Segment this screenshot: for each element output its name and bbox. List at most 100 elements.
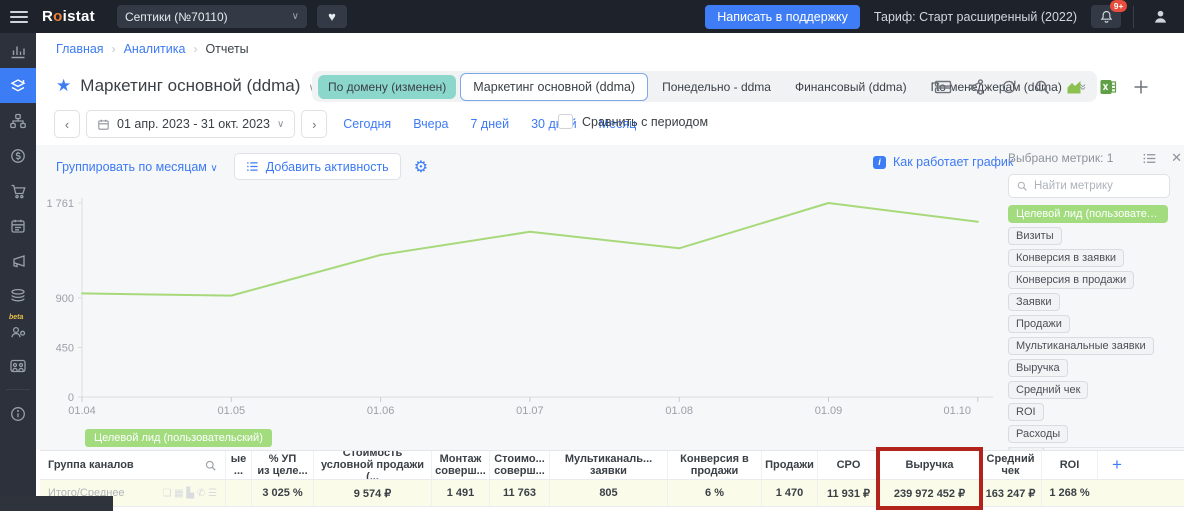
sidebar-item-finance[interactable] bbox=[0, 138, 36, 173]
metric-search-field[interactable] bbox=[1008, 174, 1170, 198]
add-column-button[interactable]: + bbox=[1097, 451, 1184, 479]
sidebar-item-calendar[interactable] bbox=[0, 208, 36, 243]
row-action-icons[interactable]: ❏ ▦ ▙ ✆ ☰ bbox=[162, 488, 217, 499]
bell-icon bbox=[1099, 9, 1114, 24]
notification-badge: 9+ bbox=[1110, 0, 1127, 12]
sidebar-item-integrations[interactable] bbox=[0, 278, 36, 313]
cart-icon bbox=[9, 182, 27, 200]
metric-chip[interactable]: Выручка bbox=[1008, 359, 1068, 377]
column-header[interactable]: ROI bbox=[1041, 451, 1097, 479]
group-by-dropdown[interactable]: Группировать по месяцам ∨ bbox=[56, 160, 218, 174]
org-structure-icon bbox=[9, 112, 27, 130]
metric-chip[interactable]: Мультиканальные заявки bbox=[1008, 337, 1154, 355]
column-header[interactable]: CPO bbox=[817, 451, 879, 479]
add-activity-button[interactable]: Добавить активность bbox=[234, 153, 401, 180]
column-header[interactable]: Среднийчек bbox=[979, 451, 1041, 479]
table-value-cell: 11 931 ₽ bbox=[817, 480, 879, 506]
report-title-dropdown[interactable]: Маркетинг основной (ddma)∨ bbox=[80, 76, 316, 96]
sidebar-item-beta[interactable]: beta bbox=[0, 313, 36, 348]
date-preset-link[interactable]: Сегодня bbox=[343, 117, 391, 131]
metric-chip[interactable]: Визиты bbox=[1008, 227, 1062, 245]
table-value-cell: 1 470 bbox=[761, 480, 817, 506]
report-tab[interactable]: Финансовый (ddma) bbox=[785, 75, 917, 99]
summary-table: Группа каналов ые...% УПиз целе...Стоимо… bbox=[40, 450, 1184, 511]
sidebar-item-staff[interactable] bbox=[0, 348, 36, 383]
report-tab[interactable]: Маркетинг основной (ddma) bbox=[460, 73, 648, 101]
person-gear-icon bbox=[9, 322, 27, 340]
svg-text:01.10: 01.10 bbox=[943, 405, 971, 417]
top-bar: Roistat Септики (№70110) ∨ ♥ Написать в … bbox=[0, 0, 1184, 33]
breadcrumb-home[interactable]: Главная bbox=[56, 42, 104, 56]
close-metrics-panel-icon[interactable]: ✕ bbox=[1171, 150, 1182, 166]
column-header[interactable]: Продажи bbox=[761, 451, 817, 479]
breadcrumb-analytics[interactable]: Аналитика bbox=[124, 42, 186, 56]
column-header[interactable]: Мультиканаль...заявки bbox=[549, 451, 667, 479]
breadcrumb-separator: › bbox=[112, 42, 116, 56]
date-preset-link[interactable]: Вчера bbox=[413, 117, 448, 131]
metric-chip[interactable]: Конверсия в заявки bbox=[1008, 249, 1124, 267]
compare-period-checkbox[interactable] bbox=[558, 114, 573, 129]
sidebar-item-marketing[interactable] bbox=[0, 243, 36, 278]
svg-text:450: 450 bbox=[56, 342, 74, 354]
next-period-button[interactable]: › bbox=[301, 110, 327, 138]
column-header[interactable]: Монтажсоверш... bbox=[431, 451, 489, 479]
column-header[interactable]: % УПиз целе... bbox=[251, 451, 313, 479]
column-header[interactable]: Конверсия впродажи bbox=[667, 451, 761, 479]
metric-search-input[interactable] bbox=[1034, 180, 1149, 192]
health-monitor-button[interactable]: ♥ bbox=[317, 5, 347, 28]
line-chart[interactable]: 04509001 76101.0401.0501.0601.0701.0801.… bbox=[40, 190, 1000, 425]
metric-chip[interactable]: Заявки bbox=[1008, 293, 1060, 311]
megaphone-icon bbox=[9, 252, 27, 270]
sidebar-item-info[interactable] bbox=[0, 396, 36, 431]
svg-text:0: 0 bbox=[68, 392, 74, 404]
date-row: ‹ 01 апр. 2023 - 31 окт. 2023 ∨ › Сегодн… bbox=[54, 110, 636, 138]
table-value-cell: 239 972 452 ₽ bbox=[879, 480, 979, 506]
calendar-icon bbox=[9, 217, 27, 235]
area-chart-icon[interactable] bbox=[1066, 78, 1084, 96]
sidebar-item-reports[interactable] bbox=[0, 68, 36, 103]
chevron-down-icon: ∨ bbox=[292, 11, 299, 22]
svg-text:01.09: 01.09 bbox=[815, 405, 843, 417]
column-header[interactable]: Выручка bbox=[879, 451, 979, 479]
selected-metrics-count: Выбрано метрик: 1 bbox=[1008, 151, 1113, 165]
support-button[interactable]: Написать в поддержку bbox=[705, 5, 860, 29]
search-icon[interactable] bbox=[1033, 78, 1051, 96]
share-icon[interactable] bbox=[967, 78, 985, 96]
column-header[interactable]: Стоимостьусловной продажи (... bbox=[313, 451, 431, 479]
notifications-button[interactable]: 9+ bbox=[1091, 5, 1121, 28]
sidebar-item-funnels[interactable] bbox=[0, 103, 36, 138]
metric-chip[interactable]: Расходы bbox=[1008, 425, 1068, 443]
chart-settings-gear-icon[interactable]: ⚙ bbox=[414, 157, 428, 177]
table-rows-icon[interactable] bbox=[934, 78, 952, 96]
sidebar-item-analytics[interactable] bbox=[0, 33, 36, 68]
prev-period-button[interactable]: ‹ bbox=[54, 110, 80, 138]
column-header[interactable]: ые... bbox=[225, 451, 251, 479]
table-value-cell: 6 % bbox=[667, 480, 761, 506]
sidebar-item-orders[interactable] bbox=[0, 173, 36, 208]
metrics-list-icon[interactable] bbox=[1142, 151, 1157, 166]
table-value-cell: 3 025 % bbox=[251, 480, 313, 506]
metric-chip[interactable]: Средний чек bbox=[1008, 381, 1088, 399]
column-header[interactable]: Стоимо...соверш... bbox=[489, 451, 549, 479]
metric-chip[interactable]: ROI bbox=[1008, 403, 1044, 421]
refresh-icon[interactable] bbox=[1000, 78, 1018, 96]
excel-export-icon[interactable] bbox=[1099, 78, 1117, 96]
metric-chip[interactable]: Продажи bbox=[1008, 315, 1070, 333]
hamburger-menu-icon[interactable] bbox=[10, 11, 28, 23]
search-icon[interactable] bbox=[204, 459, 217, 472]
report-tab[interactable]: Понедельно - ddma bbox=[652, 75, 781, 99]
add-report-plus-icon[interactable] bbox=[1132, 78, 1150, 96]
favorite-star-icon[interactable]: ★ bbox=[56, 76, 71, 96]
metric-chip[interactable]: Конверсия в продажи bbox=[1008, 271, 1134, 289]
how-chart-works-link[interactable]: i Как работает график bbox=[873, 155, 1013, 169]
user-menu-button[interactable] bbox=[1146, 5, 1174, 29]
report-tab[interactable]: По домену (изменен) bbox=[318, 75, 456, 99]
date-range-picker[interactable]: 01 апр. 2023 - 31 окт. 2023 ∨ bbox=[86, 110, 295, 138]
project-select[interactable]: Септики (№70110) ∨ bbox=[117, 5, 307, 28]
date-range-value: 01 апр. 2023 - 31 окт. 2023 bbox=[117, 117, 270, 131]
column-header-channel-group[interactable]: Группа каналов bbox=[40, 451, 225, 479]
date-preset-link[interactable]: 7 дней bbox=[471, 117, 510, 131]
legend-chip[interactable]: Целевой лид (пользовательский) bbox=[85, 429, 272, 447]
metric-chip[interactable]: Целевой лид (пользовательс... bbox=[1008, 205, 1168, 223]
metric-chips: Целевой лид (пользовательс... Визиты Конве… bbox=[1008, 205, 1184, 487]
